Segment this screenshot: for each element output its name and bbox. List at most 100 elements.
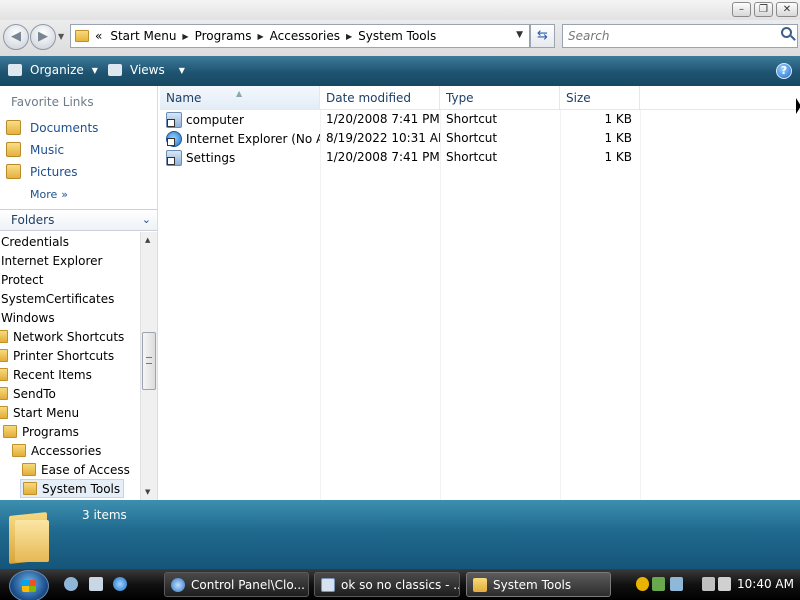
maximize-button[interactable]: ❐: [754, 2, 773, 17]
tree-item-label: Protect: [1, 272, 44, 287]
folder-icon: [0, 406, 8, 419]
volume-muted-icon[interactable]: [718, 577, 731, 591]
tree-item[interactable]: SendTo: [0, 384, 56, 403]
tree-item[interactable]: Credentials: [1, 232, 69, 251]
favorite-link-music[interactable]: Music: [6, 142, 64, 157]
close-button[interactable]: ✕: [776, 2, 798, 17]
breadcrumb-system-tools[interactable]: System Tools: [358, 29, 436, 43]
start-button[interactable]: [9, 570, 49, 600]
show-desktop-icon[interactable]: [64, 577, 78, 591]
tree-item[interactable]: Internet Explorer: [1, 251, 102, 270]
breadcrumb-accessories[interactable]: Accessories: [270, 29, 340, 43]
file-name: computer: [186, 113, 244, 127]
documents-icon: [6, 120, 21, 135]
taskbar-button-control-panel[interactable]: Control Panel\Clo...: [164, 572, 309, 597]
favorite-link-documents[interactable]: Documents: [6, 120, 98, 135]
breadcrumb-programs[interactable]: Programs: [195, 29, 252, 43]
folder-icon: [23, 482, 37, 495]
column-header-date-modified[interactable]: Date modified: [320, 86, 440, 110]
file-row[interactable]: Settings 1/20/2008 7:41 PM Shortcut 1 KB: [160, 148, 640, 167]
monitor-icon[interactable]: [702, 577, 715, 591]
window-controls: – ❐ ✕: [732, 2, 798, 17]
tree-item[interactable]: Recent Items: [0, 365, 92, 384]
network-icon[interactable]: [670, 577, 683, 591]
control-panel-icon: [171, 577, 185, 592]
tree-item-selected[interactable]: System Tools: [20, 479, 125, 498]
organize-button[interactable]: Organize ▼: [8, 63, 98, 77]
file-size: 1 KB: [604, 150, 632, 164]
tree-item[interactable]: Protect: [1, 270, 43, 289]
safely-remove-icon[interactable]: [652, 577, 665, 591]
favorite-link-label: Music: [30, 142, 65, 157]
more-label: More: [30, 188, 58, 201]
refresh-button[interactable]: ⇆: [530, 24, 555, 48]
tree-item-label: Accessories: [31, 443, 102, 458]
column-header-label: Type: [446, 91, 474, 105]
tree-item-label: Internet Explorer: [1, 253, 103, 268]
taskbar-button-browser[interactable]: ok so no classics - ...: [314, 572, 460, 597]
tree-item-label: SendTo: [13, 386, 56, 401]
views-button[interactable]: Views ▼: [108, 63, 185, 77]
internet-explorer-icon[interactable]: [113, 577, 127, 591]
scrollbar-thumb[interactable]: [142, 332, 156, 390]
breadcrumb-separator[interactable]: ▶: [346, 32, 352, 41]
folder-icon: [0, 368, 8, 381]
help-button[interactable]: ?: [776, 63, 792, 79]
forward-button[interactable]: ▶: [30, 24, 56, 50]
file-name: Internet Explorer (No A...: [186, 132, 320, 146]
tree-item[interactable]: Network Shortcuts: [0, 327, 124, 346]
address-bar[interactable]: « Start Menu ▶ Programs ▶ Accessories ▶ …: [70, 24, 530, 48]
title-bar: – ❐ ✕: [0, 0, 800, 20]
security-shield-icon[interactable]: [636, 577, 649, 591]
search-input[interactable]: Search: [562, 24, 798, 48]
address-row: ◀ ▶ ▼ « Start Menu ▶ Programs ▶ Accessor…: [0, 20, 800, 56]
tree-item[interactable]: Windows: [1, 308, 55, 327]
file-name-cell: Internet Explorer (No A...: [166, 131, 320, 147]
file-type: Shortcut: [446, 131, 498, 145]
switch-windows-icon[interactable]: [89, 577, 103, 591]
tree-item[interactable]: SystemCertificates: [1, 289, 114, 308]
tree-item[interactable]: Start Menu: [0, 403, 79, 422]
scroll-down-icon[interactable]: ▼: [145, 488, 150, 496]
taskbar-button-system-tools[interactable]: System Tools: [466, 572, 611, 597]
breadcrumb-separator[interactable]: ▶: [182, 32, 188, 41]
tree-item-label: Printer Shortcuts: [13, 348, 115, 363]
document-icon: [321, 577, 335, 592]
computer-shortcut-icon: [166, 112, 182, 128]
column-header-type[interactable]: Type: [440, 86, 560, 110]
chevron-down-icon: ▼: [178, 65, 185, 75]
folders-header[interactable]: Folders ⌄: [0, 209, 157, 231]
address-overflow[interactable]: «: [95, 29, 102, 43]
folder-tree-scrollbar[interactable]: ▲ ▼: [140, 232, 157, 500]
tree-item-label: SystemCertificates: [1, 291, 115, 306]
address-dropdown-icon[interactable]: ▼: [516, 30, 523, 40]
favorite-link-pictures[interactable]: Pictures: [6, 164, 78, 179]
back-button[interactable]: ◀: [3, 24, 29, 50]
file-row[interactable]: Internet Explorer (No A... 8/19/2022 10:…: [160, 129, 640, 148]
taskbar-button-label: Control Panel\Clo...: [191, 577, 305, 592]
search-icon[interactable]: [781, 27, 792, 38]
favorite-link-label: Pictures: [30, 164, 78, 179]
more-links[interactable]: More»: [30, 187, 68, 201]
tree-item[interactable]: Ease of Access: [22, 460, 130, 479]
breadcrumb-separator[interactable]: ▶: [257, 32, 263, 41]
column-header-name[interactable]: ▲ Name: [160, 86, 320, 110]
column-header-label: Name: [166, 91, 202, 105]
file-row[interactable]: computer 1/20/2008 7:41 PM Shortcut 1 KB: [160, 110, 640, 129]
column-header-size[interactable]: Size: [560, 86, 640, 110]
column-header-label: Size: [566, 91, 591, 105]
scroll-up-icon[interactable]: ▲: [145, 236, 150, 244]
file-date: 8/19/2022 10:31 AM: [326, 131, 440, 145]
tree-item[interactable]: Printer Shortcuts: [0, 346, 114, 365]
breadcrumb-start-menu[interactable]: Start Menu: [110, 29, 176, 43]
clock[interactable]: 10:40 AM: [737, 577, 794, 591]
recent-pages-dropdown[interactable]: ▼: [58, 32, 64, 41]
tree-item[interactable]: Programs: [3, 422, 79, 441]
minimize-button[interactable]: –: [732, 2, 751, 17]
tree-item-label: Programs: [22, 424, 79, 439]
file-type: Shortcut: [446, 150, 498, 164]
tree-item[interactable]: Accessories: [12, 441, 101, 460]
favorite-link-label: Documents: [30, 120, 99, 135]
folder-icon: [0, 349, 8, 362]
chevron-down-icon[interactable]: ⌄: [142, 210, 151, 230]
